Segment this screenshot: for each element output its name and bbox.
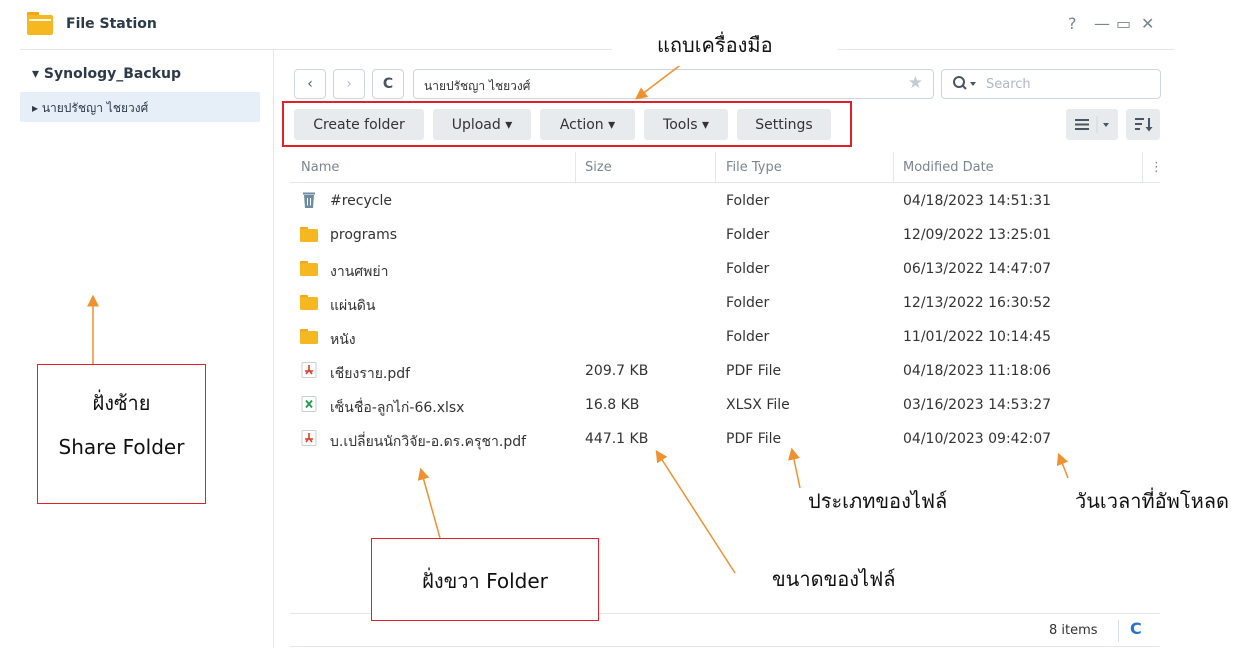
annotation-file-size: ขนาดของไฟล์ (772, 567, 896, 591)
annotation-box-left: ฝั่งซ้าย Share Folder (37, 364, 206, 504)
annotation-toolbar: แถบเครื่องมือ (657, 33, 773, 57)
arrow-file-size (655, 449, 736, 574)
annotation-box-right: ฝั่งขวา Folder (371, 538, 599, 621)
annotation-arrows (87, 56, 1069, 574)
annotation-upload-time: วันเวลาที่อัพโหลด (1075, 489, 1230, 513)
arrow-file-type (788, 447, 801, 489)
arrow-right-folder (417, 467, 441, 539)
annotation-left-line1: ฝั่งซ้าย (92, 391, 151, 415)
arrow-upload-time (1056, 452, 1069, 479)
annotation-left-line2: Share Folder (58, 435, 185, 459)
annotation-right-folder: ฝั่งขวา Folder (422, 569, 548, 593)
annotation-file-type: ประเภทของไฟล์ (808, 489, 948, 513)
